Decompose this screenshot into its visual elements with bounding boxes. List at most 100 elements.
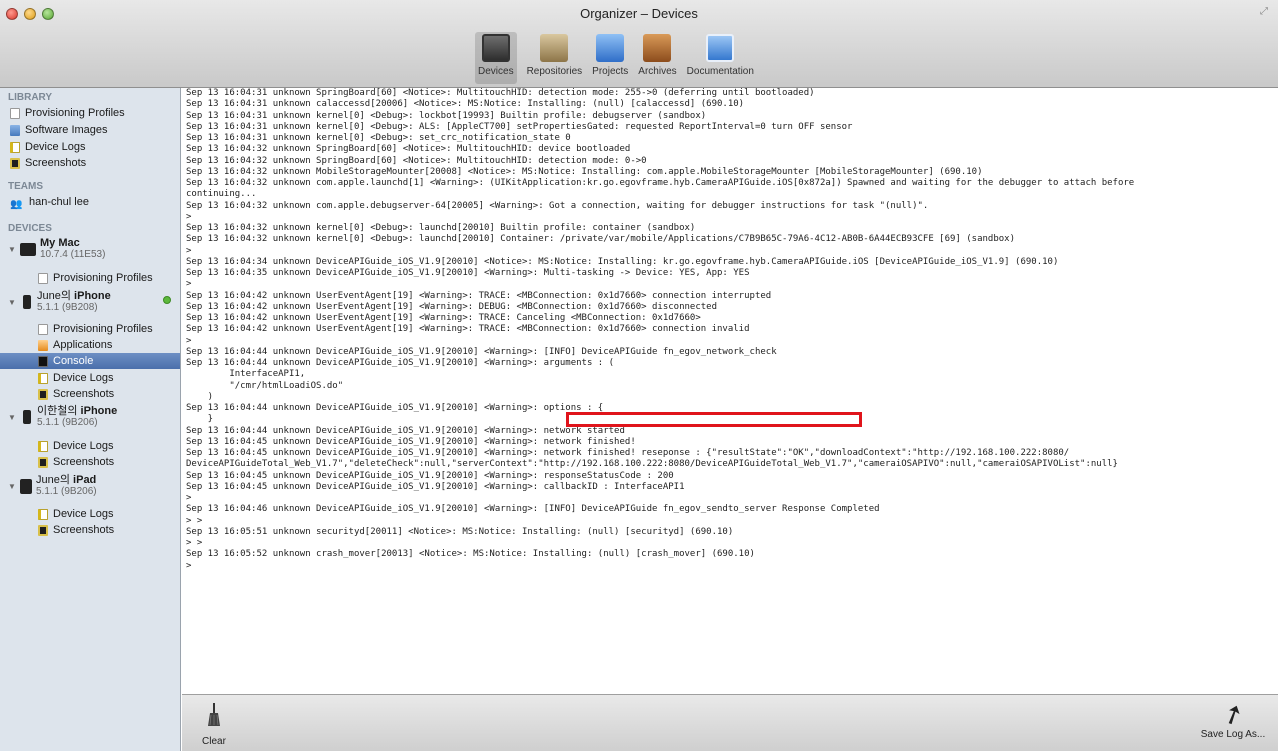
window-titlebar: Organizer – Devices ⤢ Devices Repositori… bbox=[0, 0, 1278, 88]
device-version: 5.1.1 (9B206) bbox=[37, 417, 98, 428]
console-line: Sep 13 16:04:42 unknown UserEventAgent[1… bbox=[186, 290, 772, 301]
device-version: 10.7.4 (11E53) bbox=[40, 249, 106, 260]
sidebar-item-label: Software Images bbox=[25, 124, 108, 136]
console-line: Sep 13 16:04:45 unknown DeviceAPIGuide_i… bbox=[186, 448, 1070, 458]
console-line: > bbox=[186, 560, 192, 571]
tab-documentation-label: Documentation bbox=[686, 66, 754, 77]
ipad-icon bbox=[20, 478, 32, 494]
save-log-as-button[interactable]: ➚ Save Log As... bbox=[1198, 696, 1268, 749]
sidebar-item-label: Provisioning Profiles bbox=[25, 107, 125, 119]
sidebar-item-label: Provisioning Profiles bbox=[53, 323, 153, 335]
device-logs-icon bbox=[10, 141, 20, 153]
device-owner: 이한철의 bbox=[37, 405, 78, 417]
sidebar-item-provisioning-profiles[interactable]: Provisioning Profiles bbox=[10, 105, 125, 121]
provisioning-profile-icon bbox=[38, 272, 48, 284]
console-line: Sep 13 16:04:45 unknown DeviceAPIGuide_i… bbox=[186, 436, 636, 447]
console-line: > bbox=[186, 245, 192, 256]
device-june-iphone[interactable]: ▼ June의 iPhone 5.1.1 (9B208) bbox=[8, 291, 111, 314]
device-logs-icon bbox=[38, 440, 48, 452]
sidebar-item-device-logs[interactable]: Device Logs bbox=[10, 139, 86, 155]
sidebar-item-console[interactable]: Console bbox=[38, 353, 93, 369]
sidebar-item-device-logs[interactable]: Device Logs bbox=[38, 506, 114, 522]
device-name: June의 iPad bbox=[36, 475, 97, 486]
disclosure-triangle-icon[interactable]: ▼ bbox=[8, 413, 18, 422]
sidebar-item-label: Screenshots bbox=[25, 157, 87, 169]
documentation-icon bbox=[706, 34, 735, 62]
device-owner: June의 bbox=[36, 474, 70, 486]
clear-button[interactable]: Clear bbox=[194, 701, 234, 749]
device-owner: June의 bbox=[37, 290, 71, 302]
console-line: > bbox=[186, 493, 192, 503]
console-log[interactable]: Sep 13 16:04:31 unknown SpringBoard[60] … bbox=[182, 88, 1278, 694]
tab-documentation[interactable]: Documentation bbox=[687, 32, 754, 84]
console-line: Sep 13 16:04:42 unknown UserEventAgent[1… bbox=[186, 301, 718, 312]
console-line: Sep 13 16:04:46 unknown DeviceAPIGuide_i… bbox=[186, 504, 880, 515]
tab-repositories[interactable]: Repositories bbox=[527, 32, 582, 84]
console-line: Sep 13 16:04:32 unknown SpringBoard[60] … bbox=[186, 155, 647, 166]
sidebar-item-software-images[interactable]: Software Images bbox=[10, 122, 108, 138]
console-line: ) bbox=[186, 391, 214, 402]
tab-archives[interactable]: Archives bbox=[638, 32, 677, 84]
sidebar-item-device-logs[interactable]: Device Logs bbox=[38, 370, 114, 386]
console-line: InterfaceAPI1, bbox=[186, 369, 306, 380]
disclosure-triangle-icon[interactable]: ▼ bbox=[8, 245, 18, 254]
sidebar-item-screenshots[interactable]: Screenshots bbox=[10, 155, 86, 171]
console-line: Sep 13 16:04:45 unknown DeviceAPIGuide_i… bbox=[186, 481, 685, 492]
device-model: iPhone bbox=[74, 290, 111, 302]
archives-icon bbox=[643, 34, 672, 62]
console-line: Sep 13 16:04:32 unknown com.apple.debugs… bbox=[186, 200, 929, 211]
repositories-icon bbox=[540, 34, 569, 62]
console-line: Sep 13 16:04:45 unknown DeviceAPIGuide_i… bbox=[186, 470, 674, 481]
sidebar-item-label: Console bbox=[53, 355, 94, 367]
tab-archives-label: Archives bbox=[638, 66, 677, 77]
console-line: > bbox=[186, 279, 192, 290]
sidebar-item-provisioning-profiles[interactable]: Provisioning Profiles bbox=[38, 321, 153, 337]
fullscreen-icon[interactable]: ⤢ bbox=[1260, 6, 1268, 17]
console-line: Sep 13 16:04:32 unknown com.apple.launch… bbox=[186, 178, 1135, 188]
console-line: Sep 13 16:04:44 unknown DeviceAPIGuide_i… bbox=[186, 425, 625, 436]
sidebar-item-screenshots[interactable]: Screenshots bbox=[38, 522, 114, 538]
console-line: Sep 13 16:04:42 unknown UserEventAgent[1… bbox=[186, 324, 750, 335]
console-lines: Sep 13 16:04:31 unknown SpringBoard[60] … bbox=[186, 88, 1278, 572]
provisioning-profile-icon bbox=[38, 323, 48, 335]
sidebar: LIBRARY Provisioning Profiles Software I… bbox=[0, 88, 181, 751]
sidebar-item-team[interactable]: 👥 han-chul lee bbox=[10, 194, 89, 210]
window-title: Organizer – Devices bbox=[580, 6, 698, 21]
console-line: Sep 13 16:04:31 unknown kernel[0] <Debug… bbox=[186, 133, 571, 143]
tab-devices[interactable]: Devices bbox=[475, 32, 517, 84]
console-line: Sep 13 16:04:42 unknown UserEventAgent[1… bbox=[186, 313, 701, 323]
tab-projects[interactable]: Projects bbox=[592, 32, 628, 84]
console-line: Sep 13 16:05:51 unknown securityd[20011]… bbox=[186, 526, 734, 537]
console-line: Sep 13 16:04:32 unknown SpringBoard[60] … bbox=[186, 144, 631, 155]
console-line: continuing... bbox=[186, 189, 257, 200]
device-june-ipad[interactable]: ▼ June의 iPad 5.1.1 (9B206) bbox=[8, 475, 97, 498]
console-line: > > bbox=[186, 538, 203, 548]
disclosure-triangle-icon[interactable]: ▼ bbox=[8, 482, 18, 491]
console-line: Sep 13 16:04:31 unknown kernel[0] <Debug… bbox=[186, 110, 707, 121]
projects-icon bbox=[596, 34, 625, 62]
screenshots-icon bbox=[38, 456, 48, 468]
devices-icon bbox=[481, 34, 510, 62]
sidebar-item-screenshots[interactable]: Screenshots bbox=[38, 454, 114, 470]
iphone-icon bbox=[23, 295, 31, 309]
disclosure-triangle-icon[interactable]: ▼ bbox=[8, 298, 18, 307]
console-line: DeviceAPIGuideTotal_Web_V1.7","deleteChe… bbox=[186, 459, 1118, 470]
device-my-mac[interactable]: ▼ My Mac 10.7.4 (11E53) bbox=[8, 238, 106, 261]
console-line: Sep 13 16:04:31 unknown calaccessd[20006… bbox=[186, 99, 745, 110]
device-model: iPad bbox=[73, 474, 97, 486]
sidebar-item-screenshots[interactable]: Screenshots bbox=[38, 386, 114, 402]
console-line: Sep 13 16:04:34 unknown DeviceAPIGuide_i… bbox=[186, 256, 1059, 267]
device-version: 5.1.1 (9B208) bbox=[37, 302, 98, 313]
sidebar-item-device-logs[interactable]: Device Logs bbox=[38, 438, 114, 454]
highlight-annotation-box bbox=[566, 412, 862, 427]
software-images-icon bbox=[10, 124, 20, 136]
sidebar-item-label: Device Logs bbox=[53, 508, 114, 520]
organizer-toolbar: Devices Repositories Projects Archives D… bbox=[470, 32, 759, 84]
console-line: > bbox=[186, 335, 192, 346]
device-name: June의 iPhone bbox=[37, 291, 111, 302]
device-second-iphone[interactable]: ▼ 이한철의 iPhone 5.1.1 (9B206) bbox=[8, 405, 117, 429]
sidebar-item-provisioning-profiles[interactable]: Provisioning Profiles bbox=[38, 270, 153, 286]
sidebar-item-applications[interactable]: Applications bbox=[38, 337, 112, 353]
screenshots-icon bbox=[38, 388, 48, 400]
console-line: Sep 13 16:04:32 unknown kernel[0] <Debug… bbox=[186, 234, 1016, 245]
